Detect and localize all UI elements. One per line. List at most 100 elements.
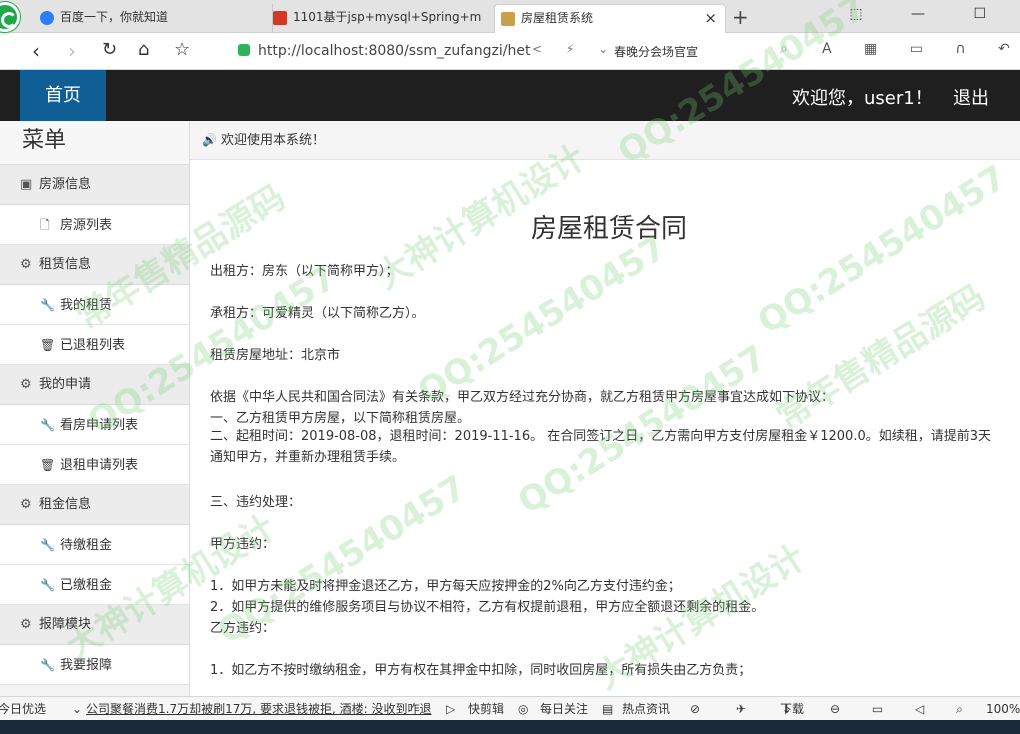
menu-item-rent-paid[interactable]: 🔧 已缴租金 [0,565,189,605]
browser-tab-strip: 百度一下，你就知道 1101基于jsp+mysql+Spring+m 房屋租赁系… [0,0,1020,33]
status-misc-icons[interactable]: ⊖ ▭ ◁ ⌕ [830,697,977,720]
item-label: 我的租赁 [60,298,113,313]
tab-title: 百度一下，你就知道 [60,10,169,24]
url-text: http://localhost:8080/ssm_zufangzi/het [258,43,531,59]
trash-icon: 🗑 [40,458,56,472]
menu-item-return-applications[interactable]: 🗑 退租申请列表 [0,445,189,485]
contract-lessee: 承租方：可爱精灵（以下简称乙方）。 [210,306,425,321]
wrench-icon: 🔧 [40,578,55,592]
home-icon[interactable]: ⌂ [138,39,149,60]
share-flash-icons[interactable]: < ⚡ ⌄ [532,42,618,56]
os-taskbar [0,720,1020,734]
home-nav-link[interactable]: 首页 [20,70,106,121]
list-icon: ▣ [20,177,33,192]
app-header: 首页 欢迎您，user1！ 退出 [0,70,1020,121]
zoom-level[interactable]: 100% [986,697,1020,720]
gear-icon: ⚙ [20,257,32,272]
contract-clause-3: 三、违约处理： [210,495,302,510]
party-a-breach-heading: 甲方违约： [210,537,276,552]
party-a-breach-1: 1．如甲方未能及时将押金退还乙方，甲方每天应按押金的2%向乙方支付违约金； [210,579,681,594]
contract-address: 租赁房屋地址：北京市 [210,348,341,363]
tab-active-rental[interactable]: 房屋租赁系统 × [494,4,726,33]
sidebar-menu: 菜单 ▣ 房源信息 🗋 房源列表 ⚙ 租赁信息 🔧 我的租赁 🗑 已退租列表 ⚙ 我的申请 … [0,121,190,696]
search-icon[interactable]: ⌕ [780,41,788,57]
notice-text: 欢迎使用本系统！ [220,133,325,148]
section-rental-info[interactable]: ⚙ 租赁信息 [0,245,189,285]
section-my-applications[interactable]: ⚙ 我的申请 [0,365,189,405]
tab-project[interactable]: 1101基于jsp+mysql+Spring+m [272,4,484,33]
browser-status-bar: 今日优选 ⌄ 公司聚餐消费1.7万却被刷17万, 要求退钱被拒, 酒楼: 没收到… [0,696,1020,720]
item-label: 待缴租金 [60,538,113,553]
contract-panel: 房屋租赁合同 出租方：房东（以下简称甲方）； 承租方：可爱精灵（以下简称乙方）。… [190,160,1020,696]
chevron-down-icon[interactable]: ⌄ [72,697,82,720]
party-b-breach-1: 1．如乙方不按时缴纳租金，甲方有权在其押金中扣除，同时收回房屋，所有损失由乙方负… [210,663,752,678]
section-label: 房源信息 [39,177,92,192]
reload-icon[interactable]: ↻ [102,39,117,60]
status-news-link[interactable]: 公司聚餐消费1.7万却被刷17万, 要求退钱被拒, 酒楼: 没收到咋退 [86,697,431,720]
project-favicon-icon [273,10,287,25]
logout-link[interactable]: 退出 [953,84,989,110]
menu-item-rent-pending[interactable]: 🔧 待缴租金 [0,525,189,565]
section-label: 报障模块 [39,617,92,632]
item-label: 退租申请列表 [60,458,139,473]
menu-item-house-list[interactable]: 🗋 房源列表 [0,205,189,245]
wrench-icon: 🔧 [40,418,55,432]
wrench-icon: 🔧 [40,538,55,552]
status-daily[interactable]: 每日关注 [540,697,588,720]
contract-intro: 依据《中华人民共和国合同法》有关条款，甲乙双方经过充分协商，就乙方租赁甲方房屋事… [210,390,835,405]
menu-item-my-rental[interactable]: 🔧 我的租赁 [0,285,189,325]
tab-baidu[interactable]: 百度一下，你就知道 [40,4,260,33]
section-label: 租赁信息 [39,257,92,272]
section-rent-info[interactable]: ⚙ 租金信息 [0,485,189,525]
tab-title: 房屋租赁系统 [521,11,594,25]
wrench-icon: 🔧 [40,658,55,672]
item-label: 已退租列表 [60,338,126,353]
section-fault-report[interactable]: ⚙ 报障模块 [0,605,189,645]
play-icon: ◎ [518,702,529,716]
address-bar-row: ‹ › ↻ ⌂ ☆ http://localhost:8080/ssm_zufa… [0,33,1020,70]
status-kuaijian[interactable]: 快剪辑 [468,697,504,720]
welcome-text: 欢迎您，user1！ [792,88,933,109]
menu-item-report-fault[interactable]: 🔧 我要报障 [0,645,189,685]
file-icon: 🗋 [40,218,50,232]
status-hot-news[interactable]: 热点资讯 [622,697,670,720]
item-label: 我要报障 [60,658,113,673]
kuaijian-icon: ▷ [446,702,456,716]
forward-arrow-icon[interactable]: › [68,39,76,63]
extension-icons[interactable]: A ▦ ▭ ∩ ↶ [822,41,1020,57]
party-b-breach-heading: 乙方违约： [210,621,276,636]
party-a-breach-2: 2．如甲方提供的维修服务项目与协议不相符，乙方有权提前退租，甲方应全额退还剩余的… [210,600,765,615]
back-arrow-icon[interactable]: ‹ [32,39,40,63]
speaker-icon: 🔊 [202,133,217,147]
secure-shield-icon [238,44,250,56]
window-controls[interactable]: ⬚ — ☐ [849,6,1008,22]
notice-bar: 🔊 欢迎使用本系统！ [190,121,1020,160]
item-label: 房源列表 [60,218,113,233]
contract-clause-2: 二、起租时间：2019-08-08，退租时间：2019-11-16。 在合同签订… [210,429,991,465]
menu-item-viewing-applications[interactable]: 🔧 看房申请列表 [0,405,189,445]
new-tab-button[interactable]: + [732,5,749,29]
news-icon: ▤ [602,702,614,716]
hot-word-link[interactable]: 春晚分会场官宣 [614,43,698,60]
menu-item-returned-list[interactable]: 🗑 已退租列表 [0,325,189,365]
wrench-icon: 🔧 [40,298,55,312]
item-label: 看房申请列表 [60,418,139,433]
gear-icon: ⚙ [20,497,32,512]
rental-favicon-icon [501,11,515,26]
contract-clause-1: 一、乙方租赁甲方房屋，以下简称租赁房屋。 [210,411,471,426]
star-icon[interactable]: ☆ [174,39,190,60]
contract-title: 房屋租赁合同 [530,214,687,244]
section-label: 租金信息 [39,497,92,512]
status-today-picks[interactable]: 今日优选 [0,697,46,720]
gear-icon: ⚙ [20,617,32,632]
section-house-info[interactable]: ▣ 房源信息 [0,165,189,205]
status-download[interactable]: 下载 [780,697,804,720]
tab-close-icon[interactable]: × [704,5,717,32]
menu-title: 菜单 [0,121,189,165]
tab-title: 1101基于jsp+mysql+Spring+m [293,10,482,24]
browser-logo-icon[interactable] [0,2,20,32]
baidu-favicon-icon [40,10,54,25]
item-label: 已缴租金 [60,578,113,593]
contract-lessor: 出租方：房东（以下简称甲方）； [210,264,399,279]
section-label: 我的申请 [39,377,92,392]
